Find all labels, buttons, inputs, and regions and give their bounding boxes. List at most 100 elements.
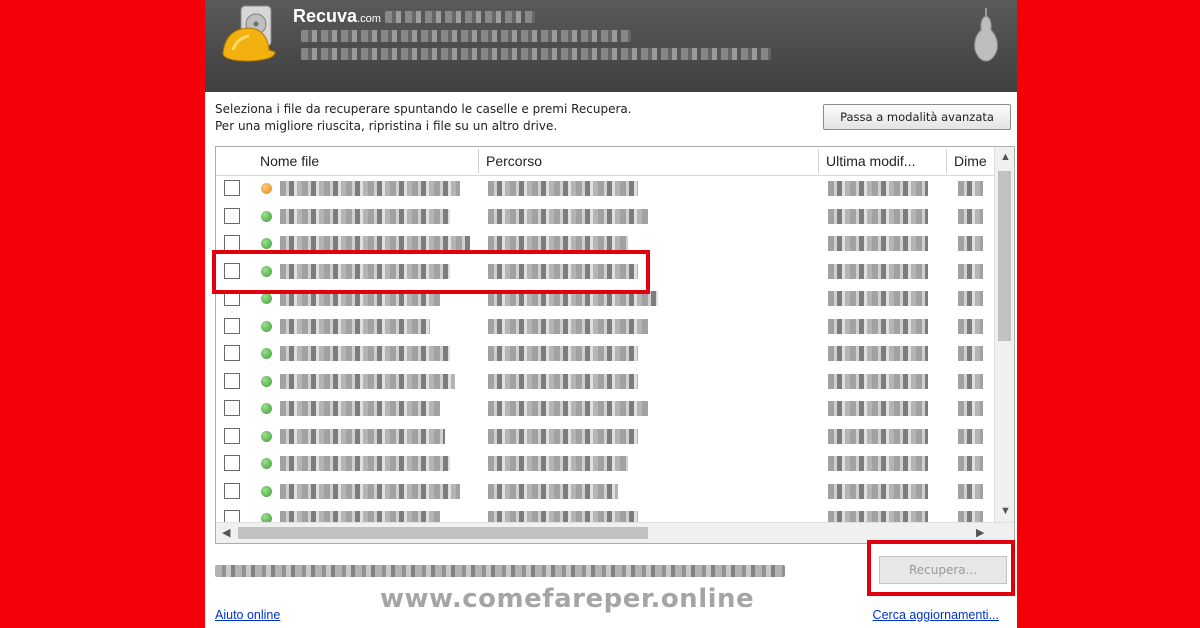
instructions-line-2: Per una migliore riuscita, ripristina i … <box>215 119 558 133</box>
file-row[interactable] <box>216 368 994 395</box>
redacted-path <box>488 181 638 196</box>
file-row[interactable] <box>216 340 994 367</box>
redacted-date <box>828 263 928 279</box>
row-checkbox[interactable] <box>224 482 240 499</box>
online-help-link[interactable]: Aiuto online <box>215 608 280 622</box>
redacted-filename <box>280 318 430 334</box>
row-checkbox[interactable] <box>224 180 240 196</box>
orange-dot-icon <box>261 183 272 194</box>
redacted-date <box>828 236 928 251</box>
row-checkbox[interactable] <box>224 317 240 334</box>
watermark: www.comefareper.online <box>380 584 755 614</box>
redacted-date <box>828 318 928 334</box>
redacted-path <box>488 346 638 361</box>
app-title: Recuva.com <box>293 6 381 26</box>
column-path[interactable]: Percorso <box>486 153 542 169</box>
scroll-up-icon[interactable]: ▲ <box>1000 151 1011 163</box>
row-checkbox[interactable] <box>224 427 240 444</box>
row-checkbox[interactable] <box>224 207 240 224</box>
redacted-date <box>828 483 928 499</box>
redacted-date <box>828 208 928 224</box>
redacted-filename <box>280 456 450 471</box>
instructions: Seleziona i file da recuperare spuntando… <box>215 101 632 135</box>
row-checkbox[interactable] <box>224 455 240 471</box>
redacted-date <box>828 346 928 361</box>
redacted-date <box>828 291 928 306</box>
file-row[interactable] <box>216 395 994 422</box>
redacted-size <box>958 181 983 196</box>
check-updates-link[interactable]: Cerca aggiornamenti... <box>873 608 999 622</box>
redacted-date <box>828 428 928 444</box>
vertical-scroll-thumb[interactable] <box>998 171 1011 341</box>
app-header: Recuva.com <box>205 0 1017 92</box>
green-dot-icon <box>261 375 272 387</box>
pear-icon <box>974 8 998 62</box>
redacted-system-info <box>301 48 771 60</box>
redacted-path <box>488 401 648 416</box>
redacted-filename <box>280 346 450 361</box>
redacted-size <box>958 346 983 361</box>
redacted-date <box>828 456 928 471</box>
redacted-size <box>958 236 983 251</box>
redacted-filename <box>280 428 445 444</box>
redacted-size <box>958 291 983 306</box>
file-row[interactable] <box>216 423 994 450</box>
redacted-size <box>958 263 983 279</box>
row-checkbox[interactable] <box>224 372 240 389</box>
column-headers: Nome file Percorso Ultima modif... Dime <box>216 147 1014 176</box>
vertical-scrollbar[interactable]: ▲ ▼ <box>994 147 1014 523</box>
redacted-filename <box>280 373 455 389</box>
redacted-size <box>958 428 983 444</box>
green-dot-icon <box>261 458 272 469</box>
file-row[interactable] <box>216 478 994 505</box>
redacted-date <box>828 181 928 196</box>
column-filename[interactable]: Nome file <box>260 153 319 169</box>
instructions-line-1: Seleziona i file da recuperare spuntando… <box>215 102 632 116</box>
green-dot-icon <box>261 348 272 359</box>
redacted-status-text <box>215 562 785 580</box>
row-checkbox[interactable] <box>224 345 240 361</box>
file-list[interactable]: Nome file Percorso Ultima modif... Dime … <box>215 146 1015 544</box>
file-row[interactable] <box>216 175 994 202</box>
redacted-filename <box>280 208 450 224</box>
row-checkbox[interactable] <box>224 235 240 251</box>
redacted-size <box>958 318 983 334</box>
redacted-path <box>488 236 628 251</box>
row-checkbox[interactable] <box>224 400 240 416</box>
redacted-version <box>385 11 535 23</box>
redacted-filename <box>280 483 460 499</box>
green-dot-icon <box>261 293 272 304</box>
horizontal-scroll-thumb[interactable] <box>238 527 648 539</box>
green-dot-icon <box>261 485 272 497</box>
redacted-size <box>958 373 983 389</box>
redacted-size <box>958 401 983 416</box>
column-last-modified[interactable]: Ultima modif... <box>826 153 915 169</box>
file-row[interactable] <box>216 203 994 230</box>
advanced-mode-button[interactable]: Passa a modalità avanzata <box>823 104 1011 130</box>
green-dot-icon <box>261 403 272 414</box>
redacted-path <box>488 483 618 499</box>
redacted-size <box>958 208 983 224</box>
green-dot-icon <box>261 430 272 442</box>
redacted-filename <box>280 401 440 416</box>
file-row[interactable] <box>216 313 994 340</box>
redacted-size <box>958 456 983 471</box>
file-row[interactable] <box>216 450 994 477</box>
redacted-filename <box>280 181 460 196</box>
scroll-down-icon[interactable]: ▼ <box>1000 505 1011 517</box>
redacted-system-info <box>301 30 631 42</box>
column-size[interactable]: Dime <box>954 153 987 169</box>
redacted-path <box>488 456 628 471</box>
redacted-path <box>488 373 638 389</box>
scroll-right-icon[interactable]: ▶ <box>976 526 984 539</box>
highlight-recover-button <box>867 540 1015 596</box>
redacted-path <box>488 428 638 444</box>
recuva-window: Recuva.com Seleziona i file da recuperar… <box>205 0 1017 628</box>
green-dot-icon <box>261 320 272 332</box>
redacted-date <box>828 373 928 389</box>
scroll-left-icon[interactable]: ◀ <box>222 526 230 539</box>
redacted-size <box>958 483 983 499</box>
green-dot-icon <box>261 210 272 222</box>
highlight-selected-row <box>212 250 650 294</box>
redacted-filename <box>280 236 470 251</box>
